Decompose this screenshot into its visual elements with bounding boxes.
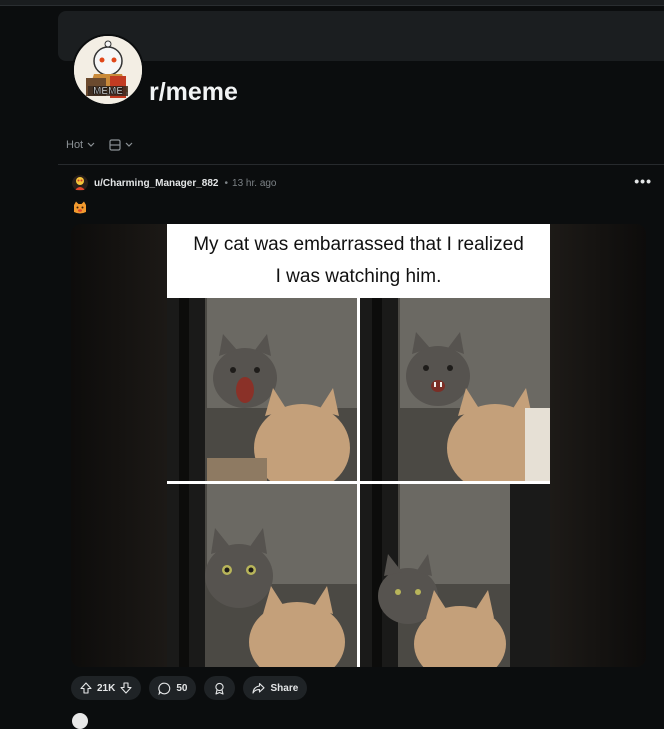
vote-count: 21K <box>97 682 116 694</box>
card-view-icon <box>109 139 121 151</box>
upvote-icon[interactable] <box>80 682 92 694</box>
award-button[interactable] <box>204 676 236 700</box>
post-author[interactable]: u/Charming_Manager_882 <box>94 178 219 189</box>
comment-icon <box>158 682 171 695</box>
view-dropdown[interactable] <box>109 139 133 151</box>
post-image[interactable]: My cat was embarrassed that I realized I… <box>71 224 646 667</box>
avatar-logo-text: MEME <box>93 86 123 97</box>
downvote-icon[interactable] <box>120 682 132 694</box>
image-blur-left <box>71 224 167 667</box>
share-icon <box>252 682 266 694</box>
meta-separator: • <box>224 177 229 189</box>
sort-label: Hot <box>66 139 84 151</box>
meme-snoo-avatar-icon: MEME <box>74 36 142 104</box>
chevron-down-icon <box>87 142 95 147</box>
subreddit-title[interactable]: r/meme <box>149 78 238 107</box>
image-blur-right <box>550 224 646 667</box>
meme-caption: My cat was embarrassed that I realized I… <box>167 224 550 298</box>
share-label: Share <box>270 682 299 694</box>
post-actions: 21K 50 Share <box>71 676 308 700</box>
cat-emoji-icon <box>74 201 86 214</box>
chevron-down-icon <box>125 142 133 147</box>
vote-pill: 21K <box>71 676 142 700</box>
cat-panel-4 <box>360 484 550 667</box>
post-time: 13 hr. ago <box>232 177 277 189</box>
cat-panel-1 <box>167 298 357 481</box>
cat-panel-2 <box>360 298 550 481</box>
subreddit-banner <box>58 11 664 61</box>
subreddit-avatar[interactable]: MEME <box>72 34 144 106</box>
share-button[interactable]: Share <box>243 676 308 700</box>
next-post-avatar[interactable] <box>72 713 88 729</box>
award-icon <box>215 682 225 695</box>
meme-photo-grid <box>167 298 550 667</box>
comment-count: 50 <box>176 682 188 694</box>
meme-caption-line-1: My cat was embarrassed that I realized <box>193 234 524 255</box>
feed-divider <box>58 164 664 165</box>
sort-dropdown[interactable]: Hot <box>66 139 95 151</box>
cat-panel-3 <box>167 484 357 667</box>
comments-button[interactable]: 50 <box>149 676 197 700</box>
post-header: u/Charming_Manager_882 • 13 hr. ago ••• <box>72 174 652 192</box>
more-options-button[interactable]: ••• <box>634 174 652 188</box>
meme-image: My cat was embarrassed that I realized I… <box>167 224 550 667</box>
user-avatar-icon[interactable] <box>72 175 88 191</box>
feed-controls: Hot <box>66 137 133 153</box>
meme-caption-line-2: I was watching him. <box>275 266 442 287</box>
top-header-edge <box>0 0 664 6</box>
